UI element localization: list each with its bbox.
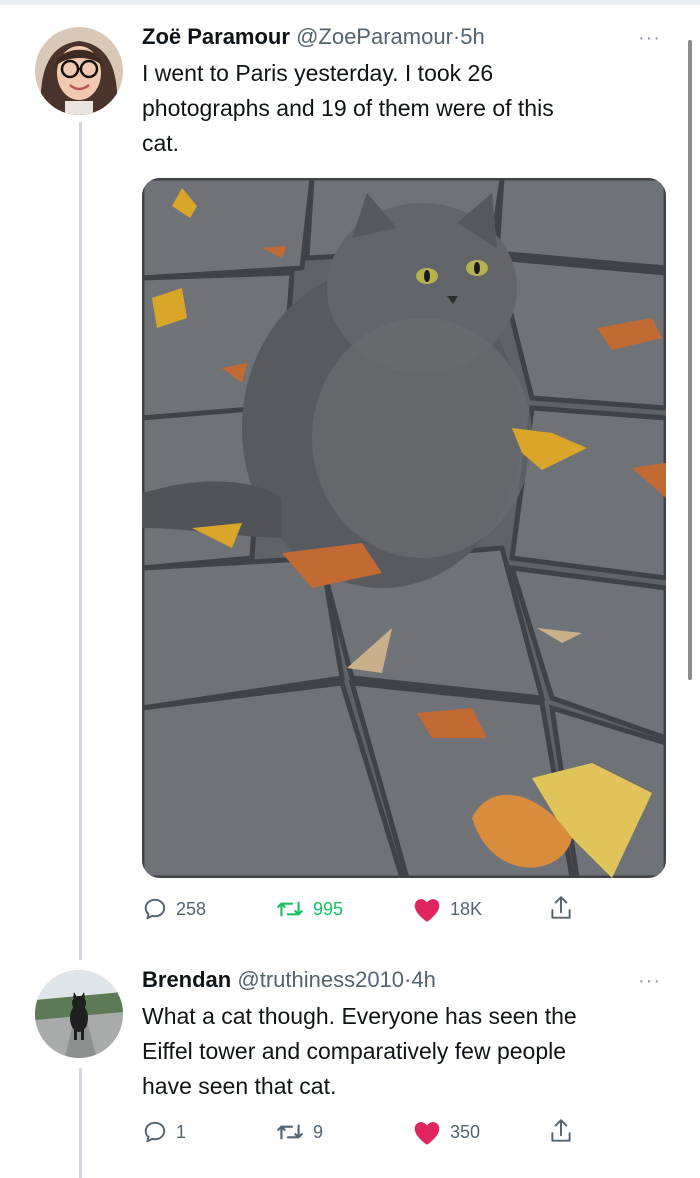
retweet-icon: [277, 901, 303, 917]
tweet-text-line: What a cat though. Everyone has seen the: [142, 1003, 577, 1029]
tweet-text: What a cat though. Everyone has seen the…: [142, 999, 577, 1104]
more-options-icon[interactable]: ···: [638, 971, 661, 991]
tweet-text-line: I went to Paris yesterday. I took 26: [142, 60, 494, 86]
timestamp[interactable]: 5h: [460, 24, 484, 49]
tweet-text-line: Eiffel tower and comparatively few peopl…: [142, 1038, 567, 1064]
more-options-icon[interactable]: ···: [638, 28, 661, 48]
tweet-media[interactable]: [142, 178, 666, 878]
reply-button[interactable]: 258: [142, 896, 206, 922]
tweet-text-line: cat.: [142, 130, 180, 156]
retweet-count: 9: [313, 1121, 324, 1142]
cat-photo-icon: [142, 178, 666, 878]
author-name[interactable]: Brendan: [142, 967, 231, 992]
heart-icon: [414, 899, 440, 922]
like-button[interactable]: 18K: [412, 896, 482, 923]
scrollbar[interactable]: [688, 40, 692, 680]
profile-photo-icon: [35, 970, 123, 1058]
retweet-button[interactable]: 995: [275, 896, 343, 922]
like-count: 18K: [450, 899, 483, 919]
tweet-text: I went to Paris yesterday. I took 26 pho…: [142, 56, 554, 161]
retweet-count: 995: [313, 898, 344, 919]
share-button[interactable]: [548, 894, 574, 922]
profile-photo-icon: [35, 27, 123, 115]
tweet-header: Brendan @truthiness2010·4h: [142, 966, 436, 994]
avatar[interactable]: [35, 27, 123, 115]
tweet-text-line: photographs and 19 of them were of this: [142, 95, 554, 121]
reply-count: 258: [176, 898, 207, 919]
author-name[interactable]: Zoë Paramour: [142, 24, 290, 49]
reply-button[interactable]: 1: [142, 1119, 186, 1145]
tweet-header: Zoë Paramour @ZoeParamour·5h: [142, 23, 485, 51]
reply-icon: [144, 898, 166, 920]
heart-icon: [414, 1122, 440, 1145]
timestamp[interactable]: 4h: [411, 967, 435, 992]
avatar[interactable]: [35, 970, 123, 1058]
share-button[interactable]: [548, 1117, 574, 1145]
author-handle[interactable]: @truthiness2010: [237, 967, 404, 992]
reply-count: 1: [176, 1121, 187, 1142]
like-button[interactable]: 350: [412, 1119, 480, 1146]
thread-line: [79, 122, 82, 960]
tweet-text-line: have seen that cat.: [142, 1073, 337, 1099]
like-count: 350: [450, 1122, 481, 1142]
share-icon: [551, 1119, 571, 1142]
retweet-button[interactable]: 9: [275, 1119, 323, 1145]
reply-icon: [144, 1121, 166, 1143]
retweet-icon: [277, 1124, 303, 1140]
thread-line: [79, 1068, 82, 1178]
top-divider: [0, 0, 700, 5]
author-handle[interactable]: @ZoeParamour: [296, 24, 453, 49]
share-icon: [551, 896, 571, 919]
